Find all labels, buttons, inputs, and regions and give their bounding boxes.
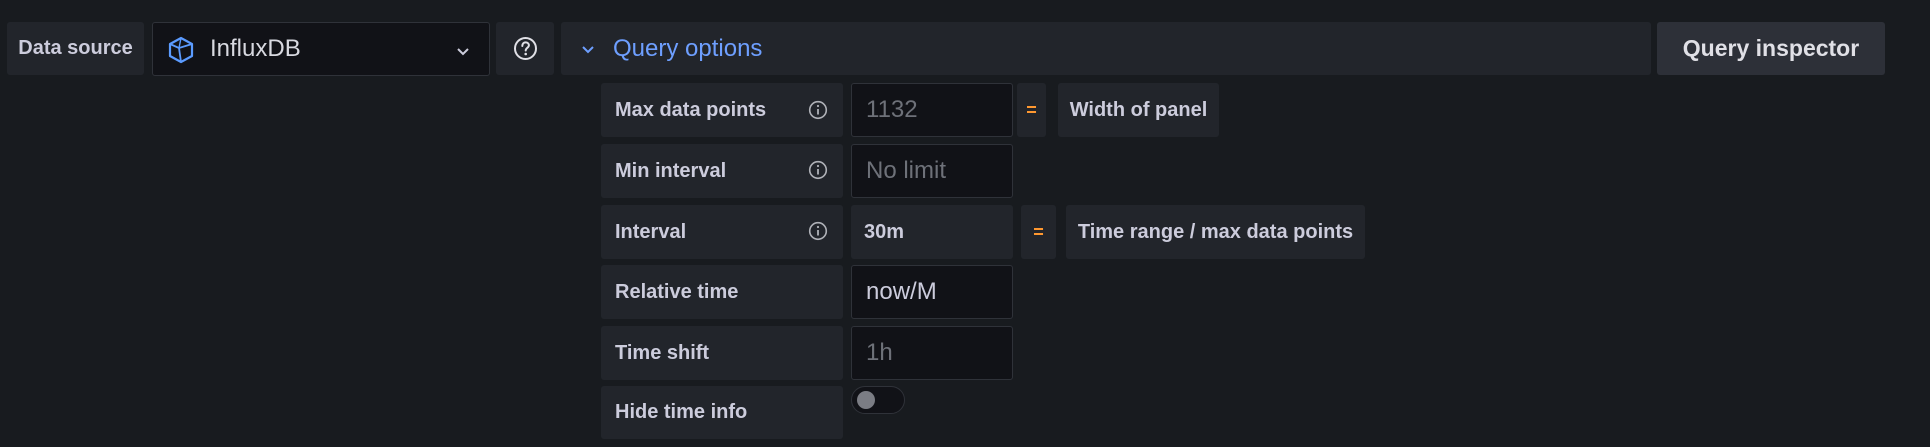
interval-note: Time range / max data points — [1066, 205, 1365, 259]
help-button[interactable] — [496, 22, 554, 75]
relative-time-label: Relative time — [601, 265, 843, 319]
toggle-knob — [857, 391, 875, 409]
interval-label: Interval — [601, 205, 843, 259]
info-icon[interactable] — [808, 100, 828, 120]
interval-value: 30m — [851, 205, 1013, 259]
query-options-header[interactable]: Query options — [561, 22, 1651, 75]
chevron-down-icon — [580, 41, 596, 57]
query-inspector-button[interactable]: Query inspector — [1657, 22, 1885, 75]
chevron-down-icon[interactable] — [455, 43, 471, 59]
info-icon[interactable] — [808, 221, 828, 241]
max-data-points-input[interactable]: 1132 — [851, 83, 1013, 137]
datasource-picker[interactable]: InfluxDB — [152, 22, 490, 76]
equals-sign: = — [1021, 205, 1056, 259]
relative-time-input[interactable]: now/M — [851, 265, 1013, 319]
question-circle-icon — [513, 36, 538, 61]
hide-time-info-toggle[interactable] — [851, 386, 905, 414]
time-shift-input[interactable]: 1h — [851, 326, 1013, 380]
max-data-points-note: Width of panel — [1058, 83, 1219, 137]
info-icon[interactable] — [808, 160, 828, 180]
datasource-name: InfluxDB — [210, 35, 301, 62]
influxdb-icon — [167, 36, 195, 64]
query-options-title: Query options — [613, 35, 763, 62]
datasource-label: Data source — [7, 22, 144, 75]
max-data-points-label: Max data points — [601, 83, 843, 137]
min-interval-label: Min interval — [601, 144, 843, 198]
min-interval-input[interactable]: No limit — [851, 144, 1013, 198]
equals-sign: = — [1017, 83, 1046, 137]
hide-time-info-label: Hide time info — [601, 386, 843, 439]
time-shift-label: Time shift — [601, 326, 843, 380]
